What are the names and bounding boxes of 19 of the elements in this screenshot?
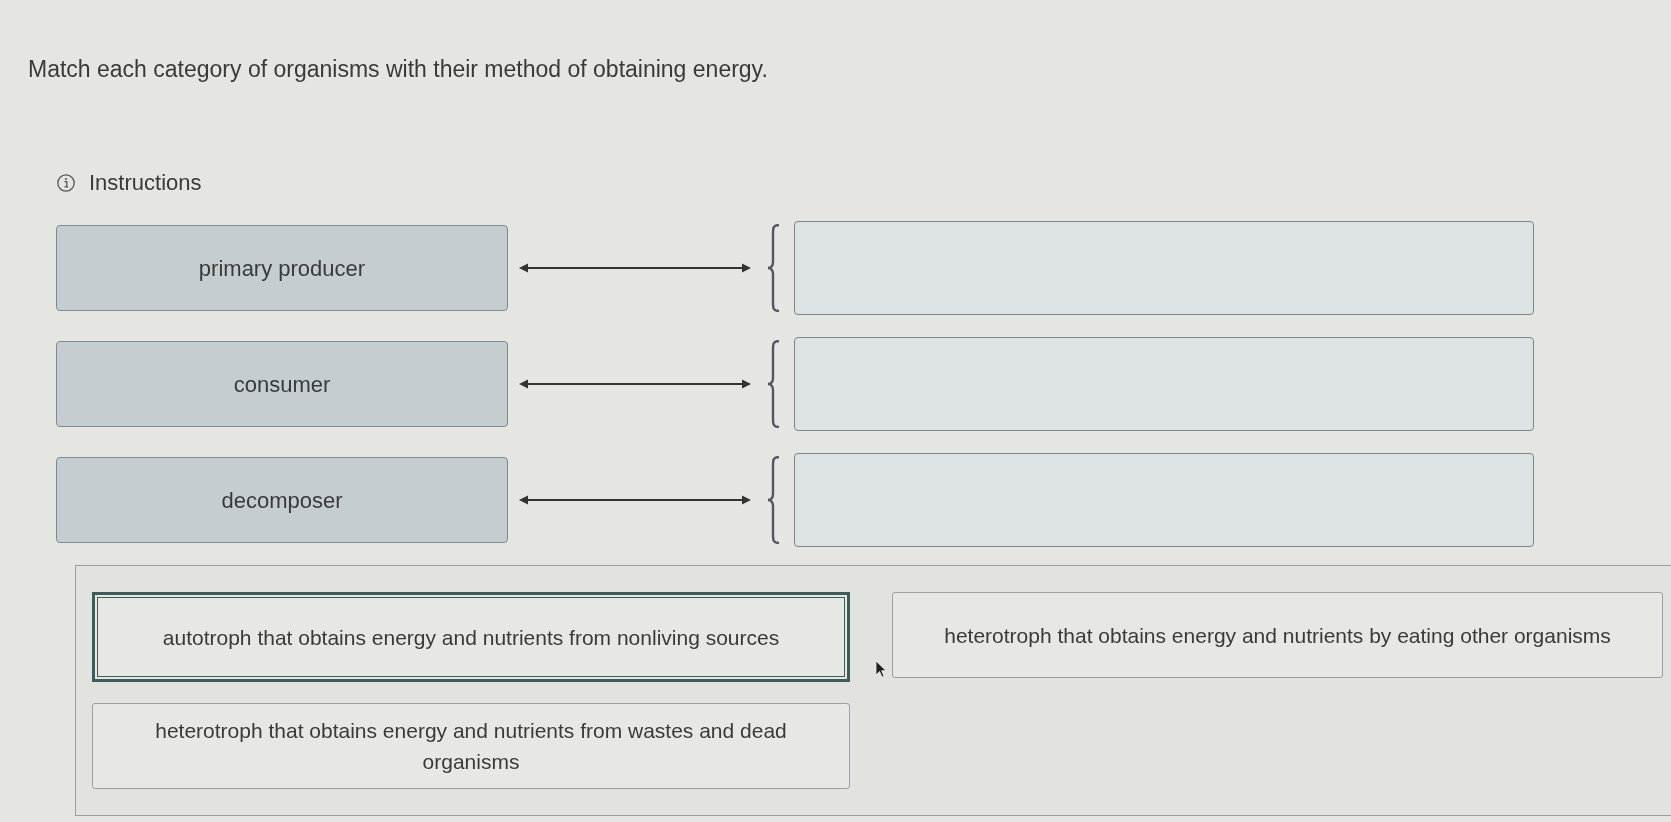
answer-choice[interactable]: heterotroph that obtains energy and nutrients from wastes and dead organisms xyxy=(92,703,850,789)
double-arrow-icon xyxy=(519,263,751,273)
curly-brace-icon xyxy=(767,340,781,428)
instructions-button[interactable]: Instructions xyxy=(57,170,202,196)
answer-choice[interactable]: heterotroph that obtains energy and nutrients by eating other organisms xyxy=(892,592,1663,678)
curly-brace-icon xyxy=(767,456,781,544)
term-card: consumer xyxy=(56,341,508,427)
question-prompt: Match each category of organisms with their method of obtaining energy. xyxy=(28,55,768,84)
term-card: primary producer xyxy=(56,225,508,311)
double-arrow-icon xyxy=(519,495,751,505)
answer-choice[interactable]: autotroph that obtains energy and nutrients from nonliving sources xyxy=(92,592,850,682)
double-arrow-icon xyxy=(519,379,751,389)
info-icon xyxy=(57,174,75,192)
drop-zone[interactable] xyxy=(794,221,1534,315)
drop-zone[interactable] xyxy=(794,453,1534,547)
term-card: decomposer xyxy=(56,457,508,543)
curly-brace-icon xyxy=(767,224,781,312)
drop-zone[interactable] xyxy=(794,337,1534,431)
mouse-pointer-icon xyxy=(875,660,887,678)
